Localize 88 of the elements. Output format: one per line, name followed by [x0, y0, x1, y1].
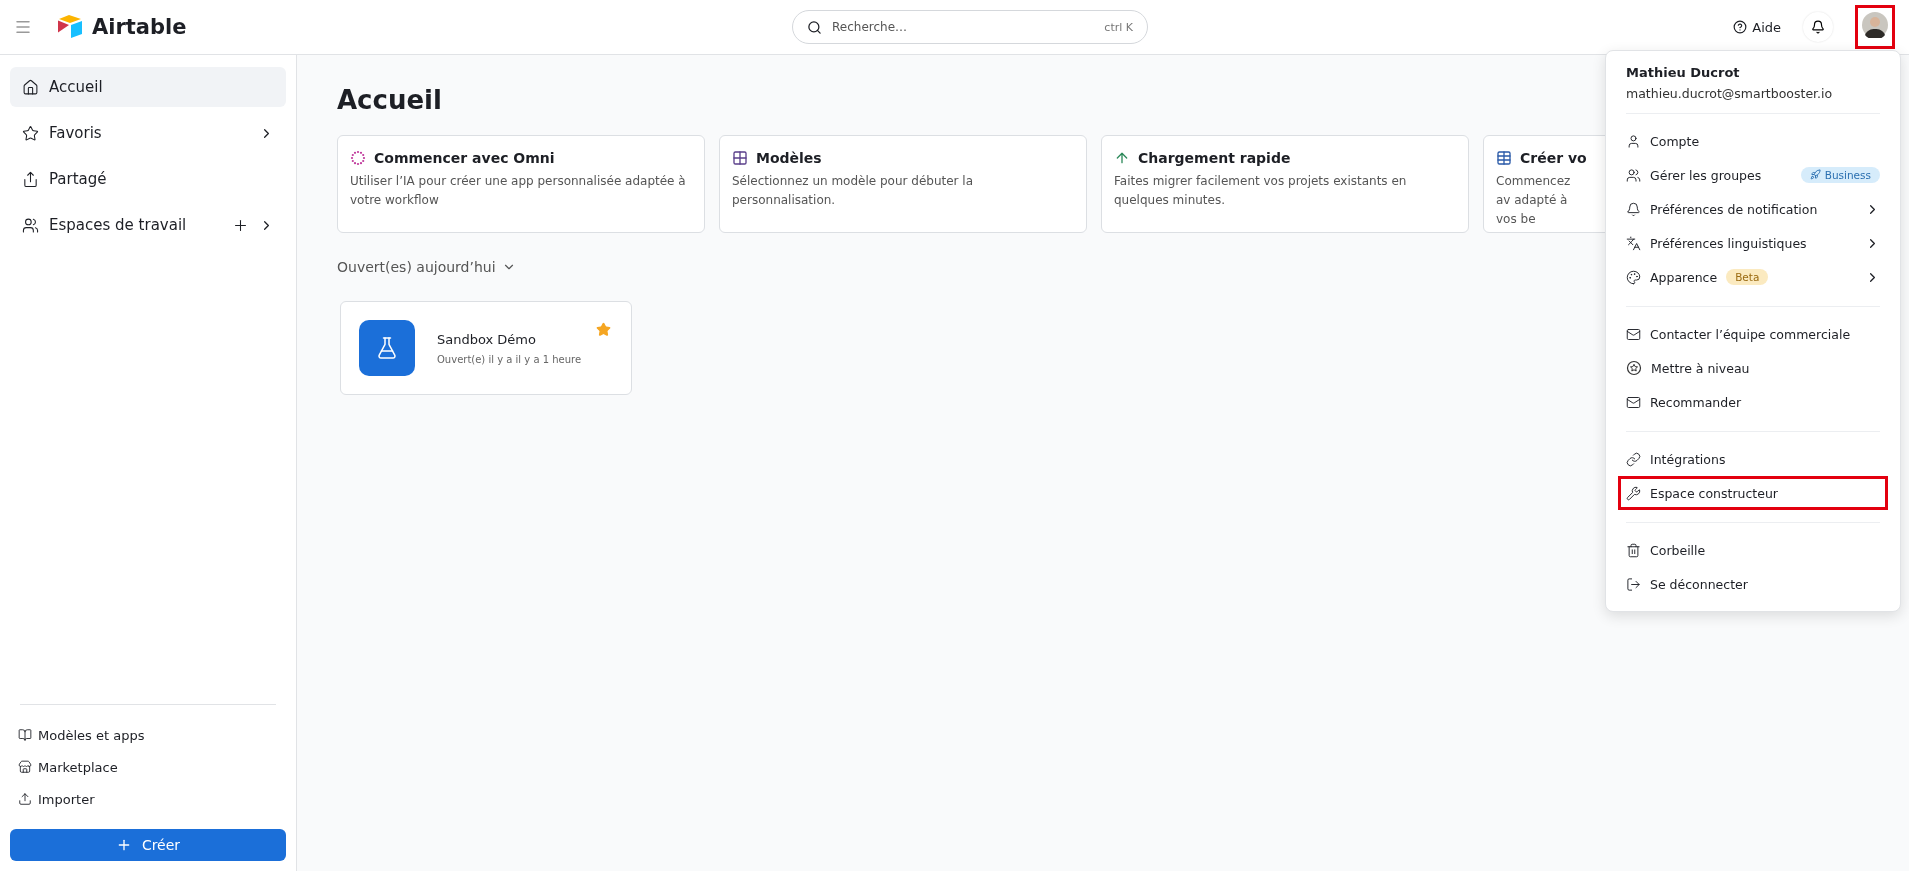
base-opened-time: Ouvert(e) il y a il y a 1 heure — [437, 353, 582, 365]
home-icon — [22, 78, 39, 96]
page-title: Accueil — [337, 85, 442, 115]
menu-item[interactable]: Intégrations — [1618, 442, 1888, 476]
trash-icon — [1626, 542, 1641, 558]
menu-item-label: Compte — [1650, 133, 1700, 149]
menu-item[interactable]: Recommander — [1618, 385, 1888, 419]
help-link[interactable]: Aide — [1733, 19, 1781, 35]
user-icon — [1626, 133, 1641, 149]
menu-item[interactable]: Contacter l’équipe commerciale — [1618, 317, 1888, 351]
star-icon — [22, 124, 39, 142]
sidebar-item[interactable]: Partagé — [10, 159, 286, 199]
shortcut-hint: ctrl K — [1104, 20, 1133, 34]
card-title: Créer vo — [1520, 150, 1587, 166]
user-name: Mathieu Ducrot — [1626, 65, 1741, 80]
users-icon — [22, 216, 39, 234]
users-icon — [1626, 167, 1641, 183]
sidebar-link[interactable]: Importer — [10, 783, 286, 815]
base-name: Sandbox Démo — [437, 331, 537, 347]
search-input[interactable]: Recherche… — [830, 19, 1097, 35]
create-button[interactable]: Créer — [10, 829, 286, 861]
wrench-icon — [1626, 485, 1641, 501]
sidebar-item[interactable]: Accueil — [10, 67, 286, 107]
bell-icon — [1811, 20, 1825, 34]
mail-icon — [1626, 326, 1641, 342]
sidebar-item[interactable]: Espaces de travail — [10, 205, 286, 245]
menu-item[interactable]: Espace constructeur — [1618, 476, 1888, 510]
sidebar-item[interactable]: Favoris — [10, 113, 286, 153]
search-field[interactable]: Recherche… ctrl K — [792, 10, 1148, 44]
plan-tag: Beta — [1726, 269, 1769, 285]
help-icon — [1733, 20, 1748, 34]
translate-icon — [1626, 235, 1641, 251]
card-title: Modèles — [756, 150, 822, 166]
share-icon — [22, 170, 39, 188]
avatar[interactable] — [1862, 12, 1888, 38]
flask-icon — [359, 320, 415, 376]
palette-icon — [1626, 269, 1641, 285]
menu-item-label: Recommander — [1650, 394, 1742, 410]
menu-item-label: Gérer les groupes — [1650, 167, 1762, 183]
menu-item[interactable]: Mettre à niveau — [1618, 351, 1888, 385]
star-circle-icon — [1626, 360, 1642, 376]
action-card[interactable]: Modèles Sélectionnez un modèle pour débuter la personnalisation. — [719, 135, 1087, 233]
store-icon — [18, 760, 32, 774]
menu-item[interactable]: Corbeille — [1618, 533, 1888, 567]
section-toggle[interactable]: Ouvert(es) aujourd’hui — [337, 259, 516, 275]
card-description: Faites migrer facilement vos projets existants en quelques minutes. — [1114, 173, 1408, 209]
menu-item-label: Apparence — [1650, 269, 1718, 285]
menu-item[interactable]: Préférences linguistiques — [1618, 226, 1888, 260]
link-icon — [1626, 451, 1641, 467]
sparkle-ring-icon — [350, 150, 366, 166]
menu-item-label: Préférences de notification — [1650, 201, 1818, 217]
plan-tag: Business — [1800, 166, 1880, 183]
menu-item-label: Intégrations — [1650, 451, 1726, 467]
menu-item-label: Espace constructeur — [1650, 485, 1778, 501]
grid-icon — [732, 150, 748, 166]
book-icon — [18, 728, 32, 742]
action-card[interactable]: Commencer avec Omni Utiliser l’IA pour créer une app personnalisée adaptée à votre workflow — [337, 135, 705, 233]
upload-icon — [18, 792, 32, 806]
card-title: Commencer avec Omni — [374, 150, 555, 166]
menu-item[interactable]: Gérer les groupes Business — [1618, 158, 1888, 192]
action-card[interactable]: Chargement rapide Faites migrer facilement vos projets existants en quelques minutes. — [1101, 135, 1469, 233]
notifications-button[interactable] — [1803, 12, 1833, 42]
star-icon[interactable] — [596, 322, 611, 337]
card-description: Sélectionnez un modèle pour débuter la personnalisation. — [732, 173, 975, 209]
user-email: mathieu.ducrot@smartbooster.io — [1626, 86, 1834, 101]
menu-item[interactable]: Apparence Beta — [1618, 260, 1888, 294]
sidebar-link[interactable]: Marketplace — [10, 751, 286, 783]
base-card[interactable]: Sandbox Démo Ouvert(e) il y a il y a 1 heure — [340, 301, 632, 395]
app-logo-text: Airtable — [92, 15, 187, 39]
table-icon — [1496, 150, 1512, 166]
menu-icon[interactable] — [14, 18, 32, 36]
sidebar-link[interactable]: Modèles et apps — [10, 719, 286, 751]
menu-item-label: Se déconnecter — [1650, 576, 1748, 592]
card-title: Chargement rapide — [1138, 150, 1291, 166]
menu-item-label: Préférences linguistiques — [1650, 235, 1807, 251]
card-description: Utiliser l’IA pour créer une app personnalisée adaptée à votre workflow — [350, 173, 687, 209]
bell-icon — [1626, 201, 1641, 217]
menu-item[interactable]: Compte — [1618, 124, 1888, 158]
logout-icon — [1626, 576, 1641, 592]
menu-item[interactable]: Se déconnecter — [1618, 567, 1888, 601]
mail-icon — [1626, 394, 1641, 410]
menu-item-label: Mettre à niveau — [1651, 360, 1750, 376]
card-description: Commencez av adapté à vos be — [1496, 173, 1572, 228]
menu-item-label: Corbeille — [1650, 542, 1706, 558]
search-icon — [807, 19, 822, 35]
menu-item-label: Contacter l’équipe commerciale — [1650, 326, 1851, 342]
menu-item[interactable]: Préférences de notification — [1618, 192, 1888, 226]
rocket-icon — [1809, 169, 1821, 181]
